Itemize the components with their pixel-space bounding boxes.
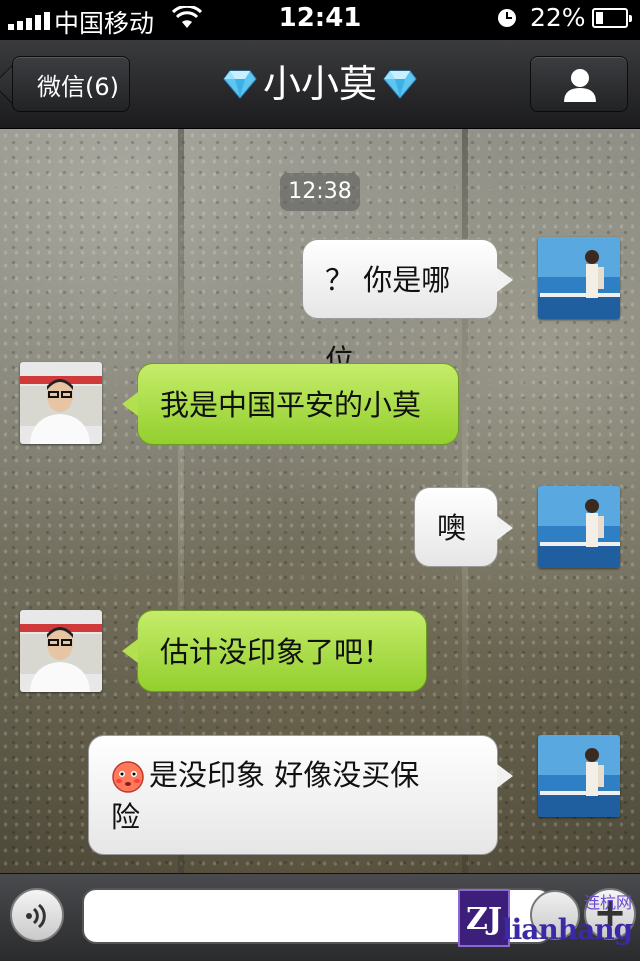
contact-name: 小小莫 [262, 62, 377, 106]
battery-percent: 22% [530, 3, 586, 32]
message-text: 是没印象 好像没买保 [149, 758, 420, 792]
battery-icon [592, 8, 632, 28]
back-button-label: 微信(6) [37, 72, 119, 101]
diamond-icon [383, 70, 417, 99]
outgoing-message-bubble[interactable]: ？ 你是哪位 [302, 239, 513, 377]
outgoing-message-bubble[interactable]: 是没印象 好像没买保 险 [88, 735, 513, 855]
my-avatar[interactable] [538, 237, 620, 319]
person-icon [564, 69, 596, 102]
voice-wave-icon [26, 903, 46, 929]
message-timestamp: 12:38 [280, 173, 360, 211]
chat-history[interactable]: 12:38 ？ 你是哪位 我是中国平安的小莫 噢 估计没印象了吧！ 是没印象 好… [0, 129, 640, 873]
message-text: 估计没印象了吧！ [160, 635, 393, 669]
blush-face-emoji-icon [112, 761, 144, 793]
voice-input-button[interactable] [10, 888, 64, 942]
message-text: 我是中国平安的小莫 [160, 388, 422, 422]
navigation-bar: 微信(6) 小小莫 [0, 40, 640, 129]
contact-avatar[interactable] [20, 362, 102, 444]
contact-profile-button[interactable] [530, 56, 628, 112]
incoming-message-bubble[interactable]: 我是中国平安的小莫 [122, 363, 459, 445]
incoming-message-bubble[interactable]: 估计没印象了吧！ [122, 610, 427, 692]
watermark-text: lianhang [502, 913, 633, 946]
my-avatar[interactable] [538, 486, 620, 568]
diamond-icon [223, 70, 257, 99]
message-text: 险 [111, 800, 141, 834]
contact-avatar[interactable] [20, 610, 102, 692]
outgoing-message-bubble[interactable]: 噢 [414, 487, 513, 567]
message-text: 噢 [437, 511, 467, 545]
my-avatar[interactable] [538, 735, 620, 817]
watermark: ZJ lianhang 连杭网 [456, 877, 640, 960]
status-bar: 中国移动 12:41 22% [0, 0, 640, 40]
watermark-site: 连杭网 [584, 893, 633, 912]
alarm-clock-icon [498, 9, 516, 27]
